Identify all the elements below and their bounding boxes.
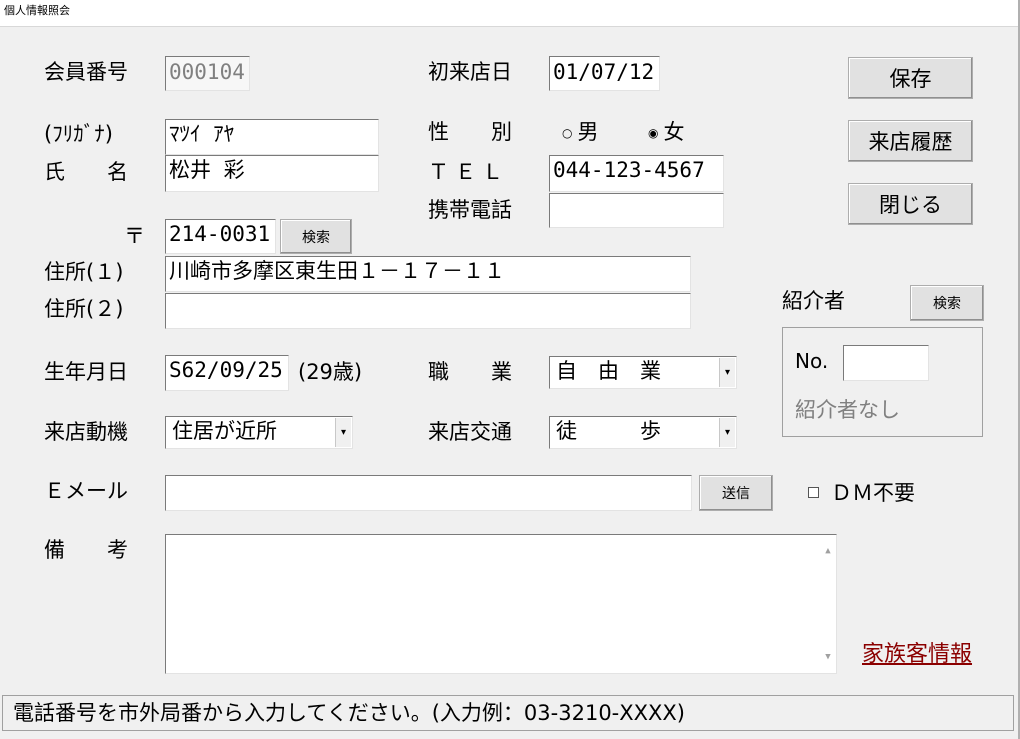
gender-female-radio[interactable]: ◉ 女 — [648, 118, 684, 147]
radio-selected-icon: ◉ — [648, 126, 659, 140]
radio-unselected-icon: ○ — [562, 126, 573, 140]
status-bar: 電話番号を市外局番から入力してください。(入力例：03-3210-XXXX) — [2, 695, 1014, 731]
postal-label: 〒 — [124, 224, 145, 248]
checkbox-icon — [808, 486, 819, 498]
member-no-field[interactable]: 000104 — [165, 56, 250, 91]
name-label: 氏 名 — [44, 160, 128, 184]
title-bar: 個人情報照会 — [0, 0, 1020, 27]
visit-motive-select[interactable]: 住居が近所 ▾ — [165, 416, 353, 449]
family-info-link[interactable]: 家族客情報 — [862, 641, 972, 669]
address2-label: 住所(２) — [44, 297, 124, 321]
transport-select[interactable]: 徒 歩 ▾ — [549, 416, 737, 449]
send-button[interactable]: 送信 — [699, 475, 773, 511]
transport-label: 来店交通 — [428, 420, 512, 444]
birthday-label: 生年月日 — [44, 360, 128, 384]
referrer-group: No. 紹介者なし — [782, 327, 983, 437]
scroll-down-icon[interactable]: ▼ — [822, 643, 834, 671]
transport-value: 徒 歩 — [556, 419, 661, 443]
tel-label: ＴＥＬ — [428, 160, 509, 184]
visit-motive-value: 住居が近所 — [172, 419, 277, 443]
status-message: 電話番号を市外局番から入力してください。(入力例：03-3210-XXXX) — [13, 701, 685, 725]
gender-male-radio[interactable]: ○ 男 — [562, 118, 598, 147]
dm-opt-out-label: ＤＭ不要 — [831, 481, 915, 505]
notes-textarea[interactable]: ▲ ▼ — [165, 534, 837, 674]
address1-field[interactable]: 川崎市多摩区東生田１－１７－１１ — [165, 256, 691, 292]
address1-label: 住所(１) — [44, 260, 124, 284]
member-no-label: 会員番号 — [44, 60, 128, 84]
birthday-field[interactable]: S62/09/25 — [165, 355, 289, 391]
referrer-none-text: 紹介者なし — [795, 398, 900, 422]
visit-history-button[interactable]: 来店履歴 — [848, 120, 973, 162]
furigana-label: (ﾌﾘｶﾞﾅ) — [44, 122, 113, 146]
gender-female-label: 女 — [663, 120, 685, 144]
email-label: Ｅメール — [44, 479, 128, 503]
email-field[interactable] — [165, 475, 692, 511]
occupation-select[interactable]: 自 由 業 ▾ — [549, 356, 737, 389]
postal-search-button[interactable]: 検索 — [280, 219, 352, 254]
dm-opt-out-checkbox[interactable]: ＤＭ不要 — [808, 479, 915, 507]
window-title: 個人情報照会 — [4, 4, 70, 17]
close-button[interactable]: 閉じる — [848, 183, 973, 225]
scroll-up-icon[interactable]: ▲ — [822, 537, 834, 565]
address2-field[interactable] — [165, 293, 691, 329]
visit-motive-label: 来店動機 — [44, 420, 128, 444]
save-button[interactable]: 保存 — [848, 57, 973, 99]
occupation-value: 自 由 業 — [556, 359, 661, 383]
chevron-down-icon[interactable]: ▾ — [335, 418, 351, 447]
furigana-field[interactable]: ﾏﾂｲ ｱﾔ — [165, 119, 379, 155]
mobile-field[interactable] — [549, 193, 724, 228]
referrer-no-field[interactable] — [843, 345, 929, 381]
gender-male-label: 男 — [577, 120, 599, 144]
occupation-label: 職 業 — [428, 360, 512, 384]
referrer-label: 紹介者 — [782, 289, 845, 313]
tel-field[interactable]: 044-123-4567 — [549, 155, 724, 192]
referrer-search-button[interactable]: 検索 — [910, 285, 984, 321]
age-text: (29歳) — [298, 360, 363, 384]
notes-label: 備 考 — [44, 538, 128, 562]
name-field[interactable]: 松井 彩 — [165, 155, 379, 192]
chevron-down-icon[interactable]: ▾ — [719, 418, 735, 447]
chevron-down-icon[interactable]: ▾ — [719, 358, 735, 387]
postal-field[interactable]: 214-0031 — [165, 219, 276, 254]
mobile-label: 携帯電話 — [428, 198, 512, 222]
first-visit-field[interactable]: 01/07/12 — [549, 56, 660, 91]
gender-label: 性 別 — [428, 120, 512, 144]
referrer-no-label: No. — [795, 349, 829, 373]
first-visit-label: 初来店日 — [428, 60, 512, 84]
